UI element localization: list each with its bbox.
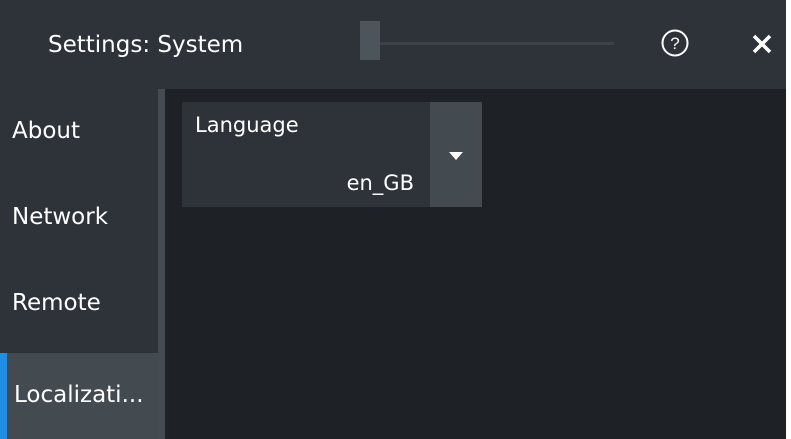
help-icon[interactable]: ? (660, 28, 690, 58)
sidebar-item-label: Network (12, 204, 109, 230)
close-icon[interactable] (750, 32, 774, 56)
sidebar: About Network Remote Localizati... (0, 89, 158, 439)
sidebar-item-label: Remote (12, 290, 101, 316)
window-title: Settings: System (48, 32, 244, 58)
language-label: Language (195, 113, 299, 137)
sidebar-item-label: About (12, 118, 81, 144)
sidebar-item-network[interactable]: Network (0, 175, 158, 261)
tab-scroll-track[interactable] (360, 42, 614, 45)
language-select[interactable]: Language en_GB (182, 102, 430, 207)
active-indicator (0, 353, 7, 439)
sidebar-item-localization[interactable]: Localizati... (0, 353, 158, 439)
chevron-down-icon (449, 152, 463, 160)
language-value: en_GB (346, 171, 414, 195)
title-bar: Settings: System ? (0, 0, 786, 89)
sidebar-item-about[interactable]: About (0, 89, 158, 175)
svg-text:?: ? (670, 34, 679, 53)
sidebar-item-label: Localizati... (14, 382, 144, 408)
tab-scroll-thumb[interactable] (360, 21, 380, 60)
sidebar-item-remote[interactable]: Remote (0, 261, 158, 347)
sidebar-divider (158, 89, 165, 439)
settings-window: Settings: System ? About Network Remote … (0, 0, 786, 439)
language-dropdown-button[interactable] (430, 102, 482, 207)
